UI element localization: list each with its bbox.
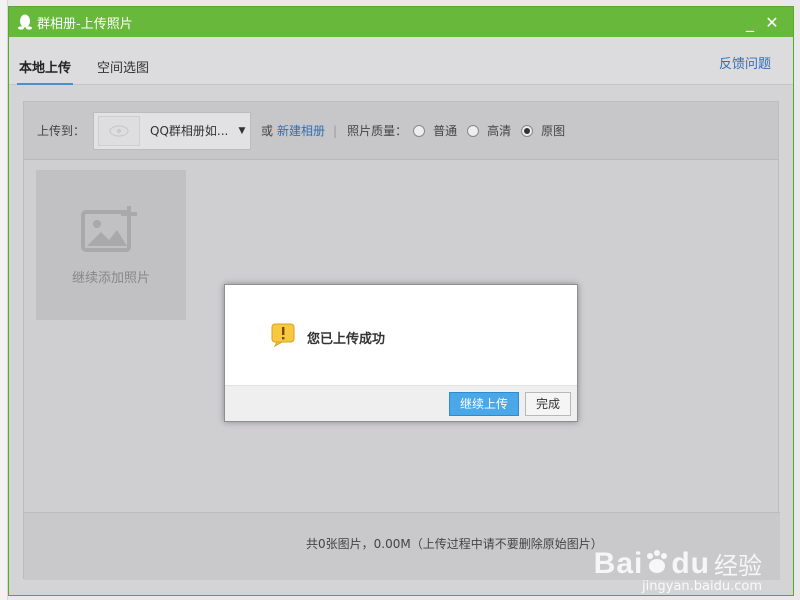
album-eye-icon [109, 124, 129, 137]
dialog-footer: 继续上传 完成 [225, 385, 577, 421]
upload-toolbar: 上传到： QQ群相册如... ▼ 或 新建相册 | 照片质量： 普通 高清 原图 [24, 102, 778, 160]
album-thumbnail [98, 115, 141, 146]
window-title: 群相册-上传照片 [37, 16, 133, 32]
toolbar-separator: | [333, 123, 338, 138]
upload-to-label: 上传到： [37, 124, 86, 138]
baidu-jingyan-watermark: Bai du 经验 jingyan.baidu.com [593, 546, 762, 595]
titlebar: 群相册-上传照片 _ ✕ [9, 7, 793, 37]
album-select[interactable]: QQ群相册如... ▼ [93, 111, 252, 150]
minimize-button[interactable]: _ [739, 11, 761, 33]
dialog-body: 您已上传成功 [225, 285, 577, 385]
desktop-background [0, 0, 8, 600]
tab-local-upload[interactable]: 本地上传 [16, 57, 74, 85]
watermark-jingyan: 经验 [714, 552, 762, 580]
quality-radio-normal[interactable]: 普通 [413, 122, 457, 139]
add-photo-label: 继续添加照片 [71, 271, 150, 286]
dialog-message: 您已上传成功 [307, 332, 386, 347]
tab-space-select[interactable]: 空间选图 [97, 57, 149, 76]
quality-option-label: 高清 [487, 124, 512, 138]
radio-circle-icon [413, 124, 426, 137]
close-button[interactable]: ✕ [761, 11, 783, 33]
quality-option-label: 普通 [433, 124, 458, 138]
watermark-url: jingyan.baidu.com [642, 579, 762, 594]
add-photo-icon [81, 204, 141, 257]
done-button[interactable]: 完成 [524, 391, 571, 416]
upload-summary: 共0张图片，0.00M（上传过程中请不要删除原始图片） [306, 537, 603, 551]
or-label: 或 [261, 124, 274, 138]
tab-bar: 本地上传 空间选图 反馈问题 [9, 37, 793, 85]
close-icon: ✕ [765, 12, 779, 32]
quality-radio-hd[interactable]: 高清 [467, 122, 511, 139]
add-photo-tile[interactable]: 继续添加照片 [36, 170, 186, 320]
new-album-link[interactable]: 新建相册 [277, 122, 325, 139]
album-name: QQ群相册如... [150, 124, 229, 138]
continue-upload-button[interactable]: 继续上传 [448, 391, 519, 416]
minimize-icon: _ [746, 12, 754, 32]
watermark-brand-suffix: du [671, 546, 710, 580]
quality-option-label: 原图 [541, 124, 566, 138]
qq-penguin-icon [17, 14, 33, 30]
upload-success-dialog: 您已上传成功 继续上传 完成 [224, 284, 578, 422]
quality-radio-original[interactable]: 原图 [521, 122, 565, 139]
chevron-down-icon: ▼ [238, 125, 246, 136]
quality-label: 照片质量： [347, 124, 408, 138]
radio-checked-icon [521, 124, 534, 137]
watermark-brand: Bai [593, 546, 644, 580]
warning-icon [271, 323, 297, 350]
feedback-link[interactable]: 反馈问题 [719, 53, 771, 72]
paw-icon [643, 548, 671, 579]
radio-circle-icon [467, 124, 480, 137]
